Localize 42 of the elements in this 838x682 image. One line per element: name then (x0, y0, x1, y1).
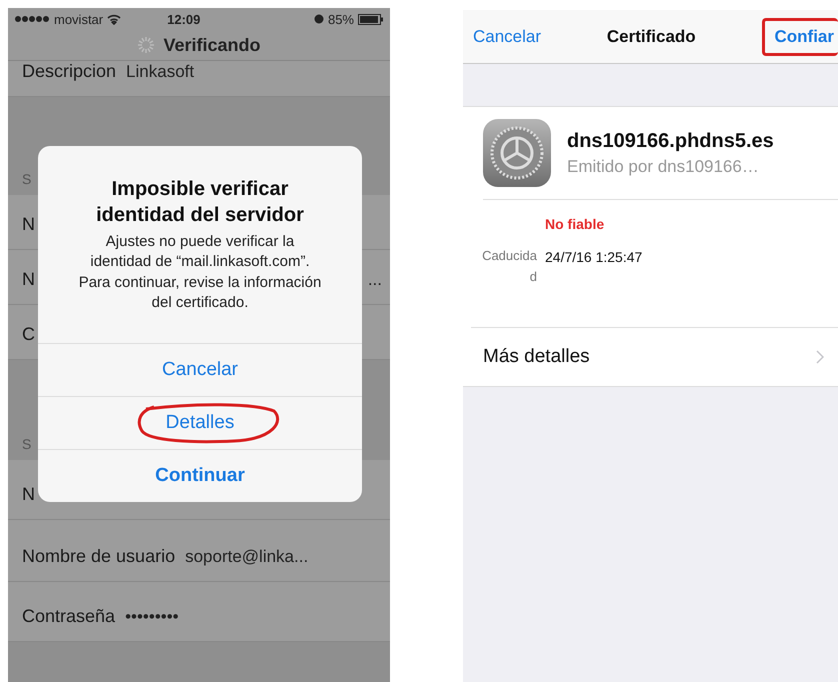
settings-row[interactable]: Nombre de usuario soporte@linka... (8, 520, 390, 582)
row-value: soporte@linka... (185, 548, 308, 565)
expiry-label: Caducidad (481, 247, 537, 286)
spinner-icon (137, 36, 156, 54)
certificate-issuer: Emitido por dns109166… (567, 156, 760, 176)
section-header: S (22, 171, 32, 187)
cancel-link[interactable]: Cancelar (473, 26, 542, 46)
carrier-text: movistar (54, 12, 104, 26)
row-label: Nombre de usuario (22, 547, 176, 565)
settings-row[interactable]: Descripcion Linkasoft (8, 61, 390, 97)
wifi-icon (107, 14, 122, 24)
settings-row[interactable]: Contraseña ••••••••• (8, 582, 390, 642)
nav-title: Certificado (606, 26, 696, 46)
row-label: N (22, 215, 35, 233)
alert-message: Ajustes no puede verificar la identidad de “mail.linkasoft.com”. Para continuar, revise la información del certificado. (78, 232, 322, 313)
alert-button[interactable]: Cancelar (38, 343, 362, 396)
alarm-icon (314, 14, 324, 24)
expiry-value: 24/7/16 1:25:47 (545, 248, 644, 267)
row-label: Descripcion (22, 62, 116, 80)
alert-title: Imposible verificar identidad del servidor (95, 177, 305, 228)
row-label: N (22, 270, 35, 288)
section-header: S (22, 436, 32, 452)
battery-icon (358, 14, 384, 24)
alert-button[interactable]: Detalles (38, 396, 362, 449)
trust-status: No fiable (545, 216, 606, 232)
row-value: ... (368, 271, 382, 288)
certificate-name: dns109166.phdns5.es (567, 130, 774, 152)
signal-dots-icon (14, 15, 50, 23)
more-details-row[interactable]: Más detalles (483, 328, 838, 386)
trust-button[interactable]: Confiar (762, 18, 838, 56)
battery-percent-text: 85% (328, 12, 354, 26)
more-details-label: Más detalles (483, 346, 590, 368)
row-label: N (22, 485, 35, 503)
nav-title: Verificando (163, 34, 261, 56)
alert-button[interactable]: Continuar (38, 449, 362, 502)
time-text: 12:09 (167, 12, 200, 26)
row-value: ••••••••• (125, 608, 179, 625)
row-label: C (22, 325, 35, 343)
row-value: Linkasoft (126, 63, 194, 80)
chevron-icon (816, 350, 824, 364)
row-label: Contraseña (22, 607, 116, 625)
gear-icon (483, 119, 551, 187)
